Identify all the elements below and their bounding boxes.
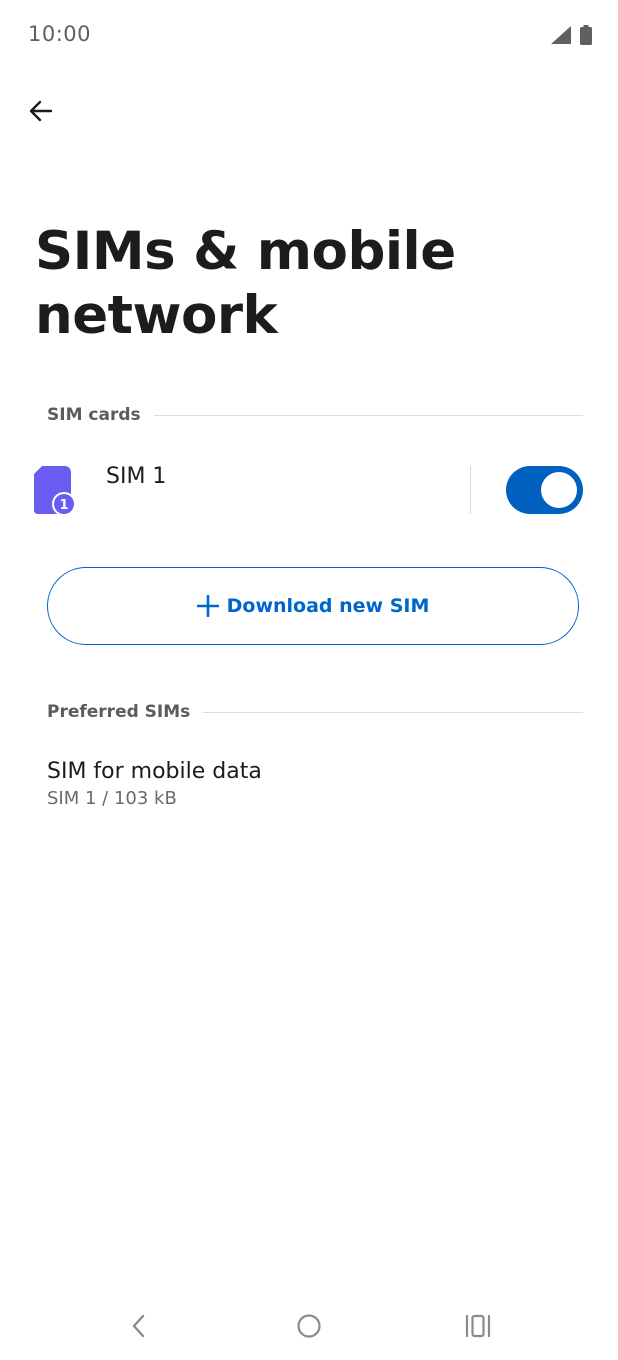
battery-icon <box>580 25 592 45</box>
sim-row-sim-1[interactable]: 1 SIM 1 <box>0 450 618 530</box>
section-divider <box>203 711 583 713</box>
back-button[interactable] <box>20 90 62 132</box>
page-title: SIMs & mobile network <box>35 221 456 346</box>
back-nav-icon <box>132 1314 145 1338</box>
list-item-subtitle: SIM 1 / 103 kB <box>47 788 177 809</box>
home-nav-icon <box>297 1314 321 1338</box>
sim-badge: 1 <box>59 498 68 513</box>
navigation-bar <box>0 1290 618 1360</box>
toggle-knob <box>541 472 577 508</box>
sim-name: SIM 1 <box>106 464 167 489</box>
recents-nav-icon <box>465 1314 491 1338</box>
nav-recents-button[interactable] <box>458 1306 498 1346</box>
arrow-left-icon <box>29 100 53 122</box>
sim-1-toggle[interactable] <box>506 466 583 514</box>
plus-icon <box>196 595 219 617</box>
nav-home-button[interactable] <box>289 1306 329 1346</box>
section-header-sim-cards: SIM cards <box>47 403 583 427</box>
section-header-preferred-sims: Preferred SIMs <box>47 700 583 724</box>
download-button-label: Download new SIM <box>226 595 430 617</box>
signal-icon <box>551 26 571 44</box>
section-label: SIM cards <box>47 405 141 425</box>
vertical-divider <box>470 466 471 514</box>
status-bar: 10:00 <box>0 0 618 70</box>
download-new-sim-button[interactable]: Download new SIM <box>47 567 579 645</box>
sim-for-mobile-data-item[interactable]: SIM for mobile data SIM 1 / 103 kB <box>47 758 583 820</box>
section-label: Preferred SIMs <box>47 702 191 722</box>
nav-back-button[interactable] <box>119 1306 159 1346</box>
section-divider <box>153 414 583 416</box>
status-time: 10:00 <box>28 22 92 46</box>
list-item-title: SIM for mobile data <box>47 759 262 784</box>
sim-card-icon: 1 <box>34 466 76 516</box>
